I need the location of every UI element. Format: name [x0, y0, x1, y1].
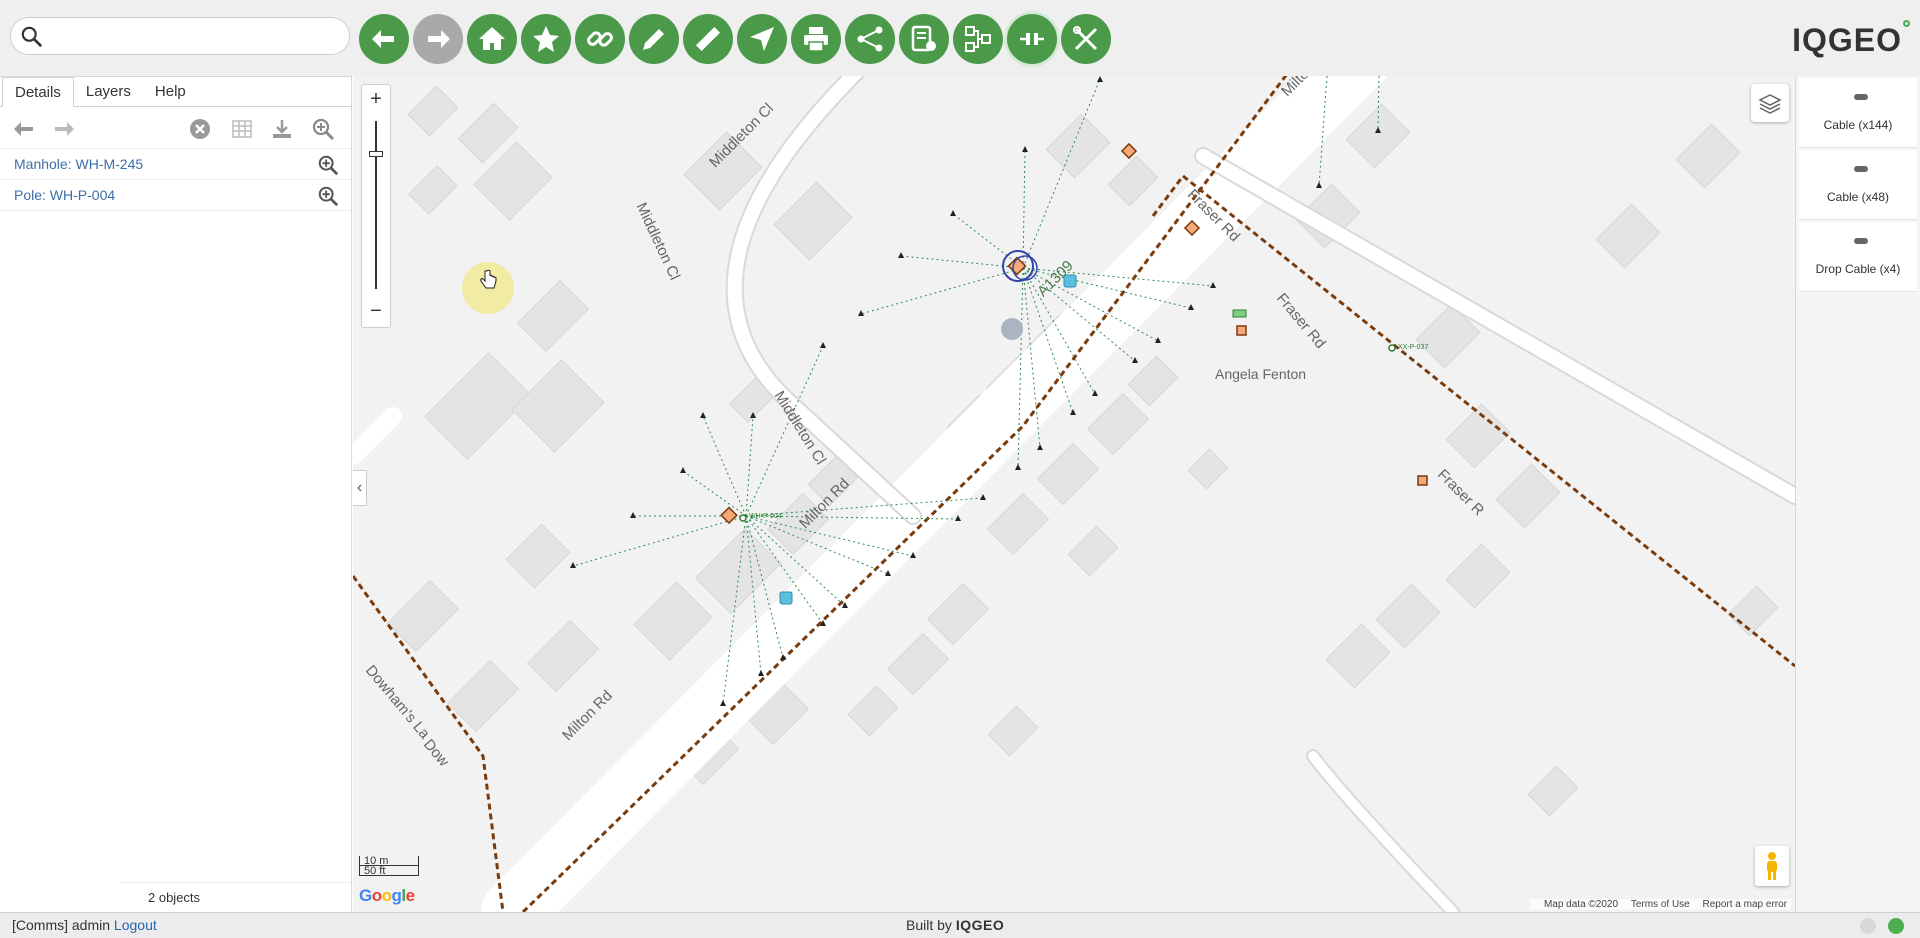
search-box[interactable]: [10, 17, 350, 55]
report-error-link[interactable]: Report a map error: [1703, 899, 1787, 910]
edit-button[interactable]: [629, 14, 679, 64]
forward-arrow-icon: [428, 30, 450, 48]
zoom-control: + −: [361, 84, 391, 328]
next-arrow-icon[interactable]: [52, 117, 76, 141]
google-logo: Google: [359, 886, 415, 905]
search-icon: [21, 26, 43, 48]
layer-card-label: Cable (x48): [1826, 190, 1890, 204]
report-button[interactable]: [899, 14, 949, 64]
map-attribution: Map data ©2020 Terms of Use Report a map…: [1529, 899, 1791, 910]
home-icon: [479, 27, 505, 50]
layer-card-label: Cable (x144): [1823, 118, 1893, 132]
previous-arrow-icon[interactable]: [12, 117, 36, 141]
layer-card-cable-144[interactable]: Cable (x144): [1799, 78, 1917, 148]
built-by: Built by IQGEO: [906, 917, 1004, 933]
sync-status-icon: [1860, 918, 1876, 934]
back-arrow-icon: [372, 30, 394, 48]
map-canvas[interactable]: [353, 76, 1795, 912]
iqgeo-logo: IQGEO: [1792, 20, 1910, 59]
star-icon: [533, 26, 559, 52]
layer-card-label: Drop Cable (x4): [1815, 262, 1901, 276]
tools-icon: [1073, 26, 1098, 51]
printer-icon: [804, 27, 828, 52]
cable-swatch-icon: [1854, 166, 1868, 172]
pole-label: WH-P-004: [749, 513, 782, 520]
zoom-in-button[interactable]: +: [362, 85, 390, 113]
measure-button[interactable]: [683, 14, 733, 64]
navigation-arrow-icon: [750, 27, 774, 51]
share-button[interactable]: [845, 14, 895, 64]
bookmarks-button[interactable]: [521, 14, 571, 64]
logout-link[interactable]: Logout: [114, 917, 157, 933]
link-button[interactable]: [575, 14, 625, 64]
online-status-icon: [1888, 918, 1904, 934]
directions-button[interactable]: [737, 14, 787, 64]
search-input[interactable]: [51, 24, 341, 48]
scale-imperial: 50 ft: [359, 866, 419, 877]
logo-dot-icon: [1903, 20, 1910, 27]
user-info: [Comms] admin Logout: [12, 917, 157, 933]
result-link-pole[interactable]: Pole: WH-P-004: [14, 187, 115, 203]
zoom-to-icon[interactable]: [317, 185, 339, 207]
footer: [Comms] admin Logout Built by IQGEO: [0, 912, 1920, 938]
terms-link[interactable]: Terms of Use: [1631, 899, 1690, 910]
network-trace-button[interactable]: [953, 14, 1003, 64]
home-button[interactable]: [467, 14, 517, 64]
panel-tabs: Details Layers Help: [0, 77, 351, 107]
layers-button[interactable]: [1751, 84, 1789, 122]
left-panel: Details Layers Help Manhole: WH-M-245 Po…: [0, 76, 352, 912]
tab-layers[interactable]: Layers: [74, 77, 143, 107]
plug-connection-icon: [1020, 33, 1044, 45]
network-trace-icon: [965, 26, 991, 52]
zoom-out-button[interactable]: −: [362, 297, 390, 325]
zoom-to-all-icon[interactable]: [311, 117, 335, 141]
pegman-icon: [1767, 852, 1777, 880]
pole-label: XX-P-037: [1398, 344, 1429, 351]
connection-button[interactable]: [1007, 14, 1057, 64]
export-download-icon[interactable]: [270, 117, 294, 141]
street-view-button[interactable]: [1755, 846, 1789, 886]
poi-label[interactable]: Angela Fenton: [1215, 366, 1306, 382]
back-button[interactable]: [359, 14, 409, 64]
zoom-slider-handle[interactable]: [369, 151, 383, 157]
map-scale: 10 m 50 ft: [359, 856, 419, 877]
report-settings-icon: [911, 25, 936, 52]
details-toolbar: [0, 107, 351, 149]
collapse-panel-button[interactable]: ‹: [353, 470, 367, 506]
print-button[interactable]: [791, 14, 841, 64]
tab-help[interactable]: Help: [143, 77, 198, 107]
table-view-icon[interactable]: [230, 117, 254, 141]
hand-cursor-icon: [480, 269, 497, 289]
cable-swatch-icon: [1854, 238, 1868, 244]
tab-details[interactable]: Details: [2, 77, 74, 107]
link-icon: [587, 31, 613, 47]
layers-stack-icon: [1758, 94, 1782, 114]
zoom-slider-track[interactable]: [375, 121, 377, 289]
top-toolbar: IQGEO: [0, 0, 1920, 76]
clear-results-icon[interactable]: [188, 117, 212, 141]
built-by-label: Built by: [906, 917, 952, 933]
forward-button[interactable]: [413, 14, 463, 64]
map-data-text: Map data ©2020: [1543, 899, 1619, 910]
layer-card-drop-cable[interactable]: Drop Cable (x4): [1799, 222, 1917, 292]
pencil-icon: [643, 29, 664, 50]
result-row-pole[interactable]: Pole: WH-P-004: [0, 180, 351, 211]
result-link-manhole[interactable]: Manhole: WH-M-245: [14, 156, 143, 172]
footer-brand: IQGEO: [955, 917, 1005, 933]
cable-swatch-icon: [1854, 94, 1868, 100]
layer-card-cable-48[interactable]: Cable (x48): [1799, 150, 1917, 220]
map-view[interactable]: Middleton Cl Middleton Cl Middleton Cl M…: [353, 76, 1795, 912]
poi-pin-icon[interactable]: [1001, 318, 1024, 340]
objects-count: 2 objects: [120, 882, 351, 912]
tools-button[interactable]: [1061, 14, 1111, 64]
right-panel: Cable (x144) Cable (x48) Drop Cable (x4): [1795, 76, 1920, 912]
zoom-to-icon[interactable]: [317, 154, 339, 176]
share-icon: [857, 26, 883, 52]
ruler-icon: [695, 26, 721, 52]
result-row-manhole[interactable]: Manhole: WH-M-245: [0, 149, 351, 180]
user-label: [Comms] admin: [12, 917, 111, 933]
